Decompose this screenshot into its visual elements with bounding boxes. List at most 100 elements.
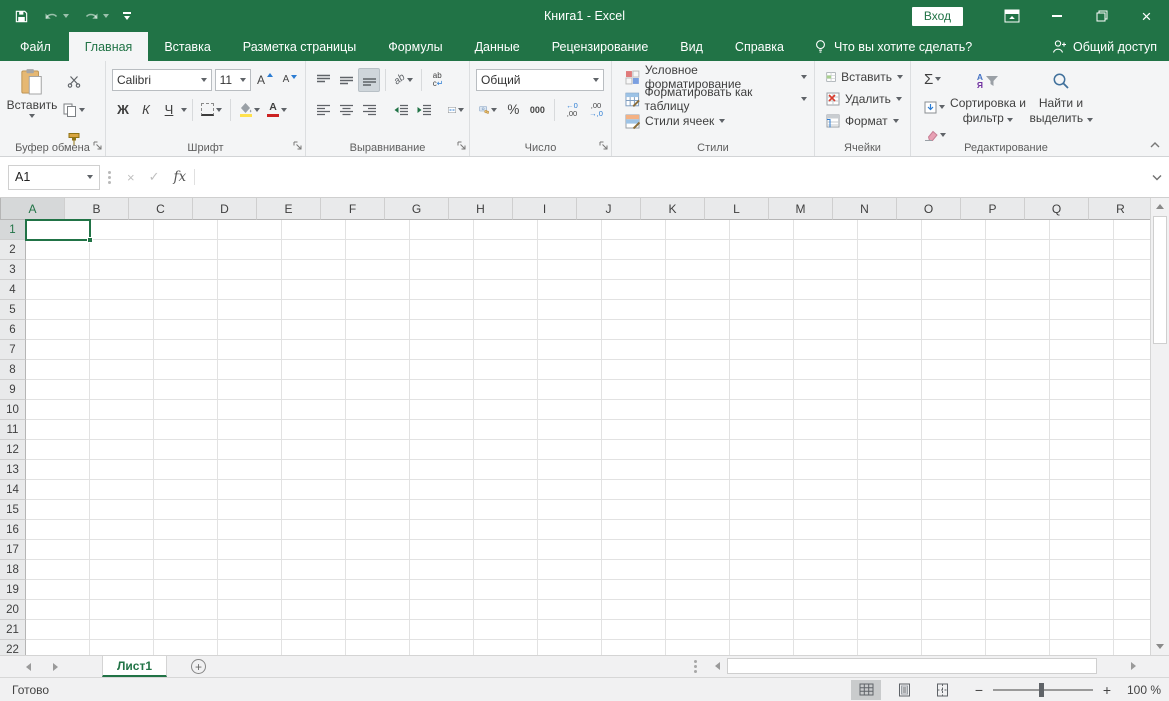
horizontal-scroll-thumb[interactable]: [727, 658, 1097, 674]
cell-R2[interactable]: [1114, 240, 1150, 260]
cell-F12[interactable]: [346, 440, 410, 460]
cell-O16[interactable]: [922, 520, 986, 540]
clipboard-dialog-launcher-icon[interactable]: [93, 139, 102, 153]
customize-qat-icon[interactable]: [123, 12, 131, 20]
cell-G9[interactable]: [410, 380, 474, 400]
cell-F16[interactable]: [346, 520, 410, 540]
cell-I9[interactable]: [538, 380, 602, 400]
cell-I1[interactable]: [538, 220, 602, 240]
cell-A18[interactable]: [26, 560, 90, 580]
cell-A6[interactable]: [26, 320, 90, 340]
zoom-slider-thumb[interactable]: [1039, 683, 1044, 697]
cell-P16[interactable]: [986, 520, 1050, 540]
row-header-8[interactable]: 8: [0, 360, 26, 380]
cell-H17[interactable]: [474, 540, 538, 560]
cell-K18[interactable]: [666, 560, 730, 580]
cell-B17[interactable]: [90, 540, 154, 560]
cell-I2[interactable]: [538, 240, 602, 260]
cell-E6[interactable]: [282, 320, 346, 340]
cell-I16[interactable]: [538, 520, 602, 540]
cell-D12[interactable]: [218, 440, 282, 460]
cell-L17[interactable]: [730, 540, 794, 560]
cell-F20[interactable]: [346, 600, 410, 620]
row-header-7[interactable]: 7: [0, 340, 26, 360]
cell-O11[interactable]: [922, 420, 986, 440]
cell-O14[interactable]: [922, 480, 986, 500]
cell-D1[interactable]: [218, 220, 282, 240]
wrap-text-icon[interactable]: ab c↵: [427, 68, 449, 92]
row-header-12[interactable]: 12: [0, 440, 26, 460]
merge-center-button[interactable]: [445, 98, 467, 122]
cell-R22[interactable]: [1114, 640, 1150, 655]
cell-E7[interactable]: [282, 340, 346, 360]
cell-J11[interactable]: [602, 420, 666, 440]
cell-R16[interactable]: [1114, 520, 1150, 540]
cell-G6[interactable]: [410, 320, 474, 340]
cell-L16[interactable]: [730, 520, 794, 540]
cell-J8[interactable]: [602, 360, 666, 380]
cell-E18[interactable]: [282, 560, 346, 580]
cell-G16[interactable]: [410, 520, 474, 540]
cell-O10[interactable]: [922, 400, 986, 420]
cell-L1[interactable]: [730, 220, 794, 240]
cell-K11[interactable]: [666, 420, 730, 440]
cell-N1[interactable]: [858, 220, 922, 240]
cell-F3[interactable]: [346, 260, 410, 280]
row-header-13[interactable]: 13: [0, 460, 26, 480]
cell-H19[interactable]: [474, 580, 538, 600]
scroll-left-icon[interactable]: [709, 658, 725, 674]
cell-Q11[interactable]: [1050, 420, 1114, 440]
cell-E11[interactable]: [282, 420, 346, 440]
cell-A16[interactable]: [26, 520, 90, 540]
cell-O5[interactable]: [922, 300, 986, 320]
cell-P13[interactable]: [986, 460, 1050, 480]
cell-Q18[interactable]: [1050, 560, 1114, 580]
cell-Q19[interactable]: [1050, 580, 1114, 600]
cell-D5[interactable]: [218, 300, 282, 320]
cancel-icon[interactable]: ×: [127, 170, 135, 185]
cell-J22[interactable]: [602, 640, 666, 655]
cell-K20[interactable]: [666, 600, 730, 620]
cell-K17[interactable]: [666, 540, 730, 560]
cell-C17[interactable]: [154, 540, 218, 560]
minimize-button[interactable]: [1034, 0, 1079, 32]
cell-I19[interactable]: [538, 580, 602, 600]
cell-Q13[interactable]: [1050, 460, 1114, 480]
cell-B11[interactable]: [90, 420, 154, 440]
increase-decimal-button[interactable]: ←0,00: [561, 98, 583, 122]
cell-I13[interactable]: [538, 460, 602, 480]
cell-F14[interactable]: [346, 480, 410, 500]
col-header-R[interactable]: R: [1089, 198, 1150, 220]
increase-indent-icon[interactable]: [413, 98, 435, 122]
cell-A2[interactable]: [26, 240, 90, 260]
ribbon-tab-1[interactable]: Вставка: [148, 32, 226, 61]
cell-R20[interactable]: [1114, 600, 1150, 620]
cell-F5[interactable]: [346, 300, 410, 320]
cell-M3[interactable]: [794, 260, 858, 280]
autosum-button[interactable]: Σ: [921, 67, 951, 91]
cell-J3[interactable]: [602, 260, 666, 280]
cell-M15[interactable]: [794, 500, 858, 520]
cell-J18[interactable]: [602, 560, 666, 580]
cell-G20[interactable]: [410, 600, 474, 620]
cell-E21[interactable]: [282, 620, 346, 640]
formula-bar-grip[interactable]: [108, 171, 111, 184]
row-header-15[interactable]: 15: [0, 500, 26, 520]
cell-M22[interactable]: [794, 640, 858, 655]
cell-R15[interactable]: [1114, 500, 1150, 520]
cell-L21[interactable]: [730, 620, 794, 640]
cell-B19[interactable]: [90, 580, 154, 600]
cell-J20[interactable]: [602, 600, 666, 620]
cell-F21[interactable]: [346, 620, 410, 640]
ribbon-tab-0[interactable]: Главная: [69, 32, 149, 61]
cell-M12[interactable]: [794, 440, 858, 460]
cell-G18[interactable]: [410, 560, 474, 580]
cell-L20[interactable]: [730, 600, 794, 620]
cell-I17[interactable]: [538, 540, 602, 560]
cell-D9[interactable]: [218, 380, 282, 400]
cell-E19[interactable]: [282, 580, 346, 600]
cell-H9[interactable]: [474, 380, 538, 400]
normal-view-icon[interactable]: [851, 680, 881, 700]
ribbon-tab-5[interactable]: Рецензирование: [536, 32, 665, 61]
cell-L5[interactable]: [730, 300, 794, 320]
